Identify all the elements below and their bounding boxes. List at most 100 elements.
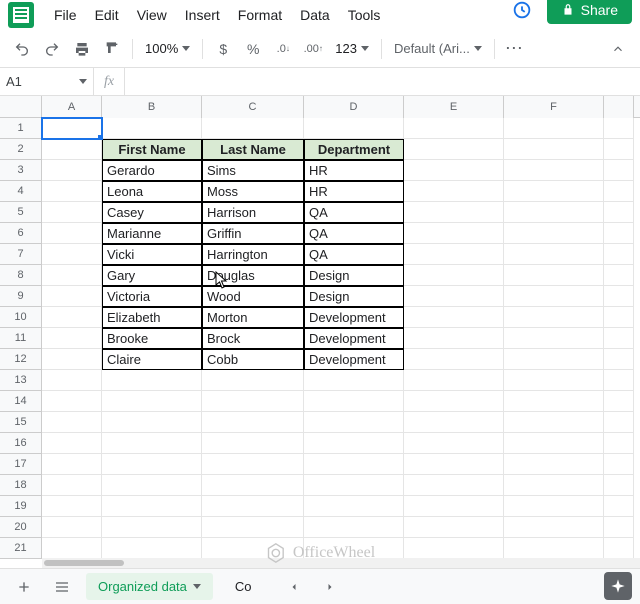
cell[interactable] [604, 433, 634, 454]
cell[interactable] [604, 223, 634, 244]
cell[interactable] [404, 517, 504, 538]
cell[interactable] [604, 139, 634, 160]
cell[interactable] [42, 496, 102, 517]
cell[interactable] [304, 517, 404, 538]
cell[interactable] [504, 412, 604, 433]
cell[interactable] [604, 118, 634, 139]
format-currency-button[interactable]: $ [209, 35, 237, 63]
cell[interactable]: Victoria [102, 286, 202, 307]
cell[interactable] [42, 475, 102, 496]
cell[interactable] [102, 391, 202, 412]
sheet-tab[interactable]: Co [223, 573, 264, 600]
cell[interactable]: Elizabeth [102, 307, 202, 328]
cell[interactable]: Design [304, 286, 404, 307]
print-button[interactable] [68, 35, 96, 63]
menu-file[interactable]: File [46, 3, 85, 27]
cell[interactable] [42, 244, 102, 265]
cell[interactable]: Gary [102, 265, 202, 286]
sheets-logo[interactable] [8, 2, 34, 28]
cell[interactable]: HR [304, 160, 404, 181]
cell[interactable]: Wood [202, 286, 304, 307]
cell[interactable]: Cobb [202, 349, 304, 370]
select-all-corner[interactable] [0, 96, 42, 118]
cell[interactable] [404, 223, 504, 244]
row-header[interactable]: 17 [0, 454, 42, 475]
cell[interactable] [102, 496, 202, 517]
cell[interactable] [304, 454, 404, 475]
prev-sheet-button[interactable] [280, 573, 308, 601]
cell[interactable] [504, 160, 604, 181]
cell[interactable] [504, 223, 604, 244]
cell[interactable] [304, 538, 404, 559]
cell[interactable] [504, 454, 604, 475]
format-percent-button[interactable]: % [239, 35, 267, 63]
row-header[interactable]: 18 [0, 475, 42, 496]
redo-button[interactable] [38, 35, 66, 63]
font-select[interactable]: Default (Ari... [388, 41, 488, 56]
cell[interactable] [202, 496, 304, 517]
cell[interactable] [102, 517, 202, 538]
cell[interactable] [404, 328, 504, 349]
cell[interactable] [504, 265, 604, 286]
zoom-select[interactable]: 100% [139, 41, 196, 56]
cell[interactable] [304, 475, 404, 496]
row-header[interactable]: 1 [0, 118, 42, 139]
cell[interactable] [404, 286, 504, 307]
sheet-tab-active[interactable]: Organized data [86, 573, 213, 600]
cell[interactable] [42, 160, 102, 181]
cell[interactable] [604, 286, 634, 307]
more-toolbar-button[interactable]: ⋯ [501, 35, 529, 63]
cell[interactable] [404, 265, 504, 286]
cell[interactable] [202, 475, 304, 496]
cell[interactable]: QA [304, 202, 404, 223]
row-header[interactable]: 4 [0, 181, 42, 202]
cell[interactable] [42, 454, 102, 475]
cell[interactable] [202, 412, 304, 433]
cell[interactable] [404, 307, 504, 328]
row-header[interactable]: 9 [0, 286, 42, 307]
cell[interactable]: Marianne [102, 223, 202, 244]
cell[interactable]: HR [304, 181, 404, 202]
cell[interactable] [604, 244, 634, 265]
cell[interactable]: QA [304, 244, 404, 265]
cell[interactable] [404, 244, 504, 265]
cell[interactable] [604, 412, 634, 433]
all-sheets-button[interactable] [48, 573, 76, 601]
cell[interactable] [42, 370, 102, 391]
cell[interactable]: Last Name [202, 139, 304, 160]
scrollbar-thumb[interactable] [44, 560, 124, 566]
row-header[interactable]: 8 [0, 265, 42, 286]
cell[interactable] [404, 475, 504, 496]
menu-tools[interactable]: Tools [340, 3, 389, 27]
cell[interactable]: Sims [202, 160, 304, 181]
cell[interactable] [42, 433, 102, 454]
cell[interactable] [304, 118, 404, 139]
cell[interactable] [304, 433, 404, 454]
cell[interactable] [102, 454, 202, 475]
row-header[interactable]: 13 [0, 370, 42, 391]
cell[interactable] [404, 433, 504, 454]
row-header[interactable]: 19 [0, 496, 42, 517]
cell[interactable] [404, 370, 504, 391]
menu-edit[interactable]: Edit [87, 3, 127, 27]
col-header[interactable]: E [404, 96, 504, 118]
row-header[interactable]: 12 [0, 349, 42, 370]
cell[interactable] [102, 370, 202, 391]
cell[interactable]: Brooke [102, 328, 202, 349]
row-header[interactable]: 7 [0, 244, 42, 265]
cell[interactable]: Casey [102, 202, 202, 223]
row-header[interactable]: 5 [0, 202, 42, 223]
row-header[interactable]: 6 [0, 223, 42, 244]
cell[interactable] [604, 307, 634, 328]
cell[interactable]: First Name [102, 139, 202, 160]
paint-format-button[interactable] [98, 35, 126, 63]
next-sheet-button[interactable] [316, 573, 344, 601]
cell[interactable] [504, 538, 604, 559]
cell[interactable] [504, 307, 604, 328]
cell[interactable] [42, 538, 102, 559]
cell[interactable] [504, 391, 604, 412]
collapse-toolbar-button[interactable] [604, 35, 632, 63]
cell[interactable] [42, 391, 102, 412]
cell[interactable]: QA [304, 223, 404, 244]
cell[interactable] [42, 181, 102, 202]
